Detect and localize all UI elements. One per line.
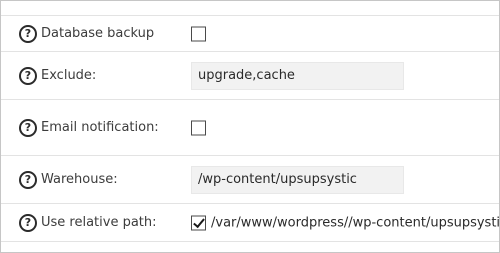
help-icon[interactable]: ? (19, 118, 37, 137)
relative-path-value: /var/www/wordpress//wp-content/upsupsyst… (211, 215, 500, 230)
use-relative-path-control: /var/www/wordpress//wp-content/upsupsyst… (191, 215, 500, 230)
help-icon[interactable]: ? (19, 170, 37, 189)
exclude-label: Exclude: (41, 68, 97, 83)
database-backup-label-group: ? Database backup (19, 24, 155, 43)
email-notification-control (191, 120, 206, 135)
exclude-label-group: ? Exclude: (19, 66, 97, 85)
settings-row-email-notification: ? Email notification: (1, 100, 499, 156)
database-backup-checkbox[interactable] (191, 26, 206, 41)
settings-row-use-relative-path: ? Use relative path: /var/www/wordpress/… (1, 204, 499, 242)
use-relative-path-checkbox[interactable] (191, 215, 206, 230)
email-notification-checkbox[interactable] (191, 120, 206, 135)
settings-row-exclude: ? Exclude: upgrade,cache (1, 52, 499, 100)
help-icon[interactable]: ? (19, 24, 37, 43)
email-notification-label-group: ? Email notification: (19, 118, 159, 137)
help-icon[interactable]: ? (19, 66, 37, 85)
database-backup-label: Database backup (41, 26, 155, 41)
warehouse-control: /wp-content/upsupsystic (191, 165, 404, 194)
email-notification-label: Email notification: (41, 120, 159, 135)
use-relative-path-label: Use relative path: (41, 215, 157, 230)
exclude-input[interactable]: upgrade,cache (191, 61, 404, 90)
settings-row-database-backup: ? Database backup (1, 16, 499, 52)
use-relative-path-label-group: ? Use relative path: (19, 213, 157, 232)
exclude-control: upgrade,cache (191, 61, 404, 90)
settings-row-top (1, 1, 499, 16)
warehouse-input[interactable]: /wp-content/upsupsystic (191, 165, 404, 194)
help-icon[interactable]: ? (19, 213, 37, 232)
settings-panel: ? Database backup ? Exclude: upgrade,cac… (0, 0, 500, 253)
warehouse-label: Warehouse: (41, 172, 118, 187)
warehouse-label-group: ? Warehouse: (19, 170, 118, 189)
settings-row-warehouse: ? Warehouse: /wp-content/upsupsystic (1, 156, 499, 204)
database-backup-control (191, 26, 206, 41)
